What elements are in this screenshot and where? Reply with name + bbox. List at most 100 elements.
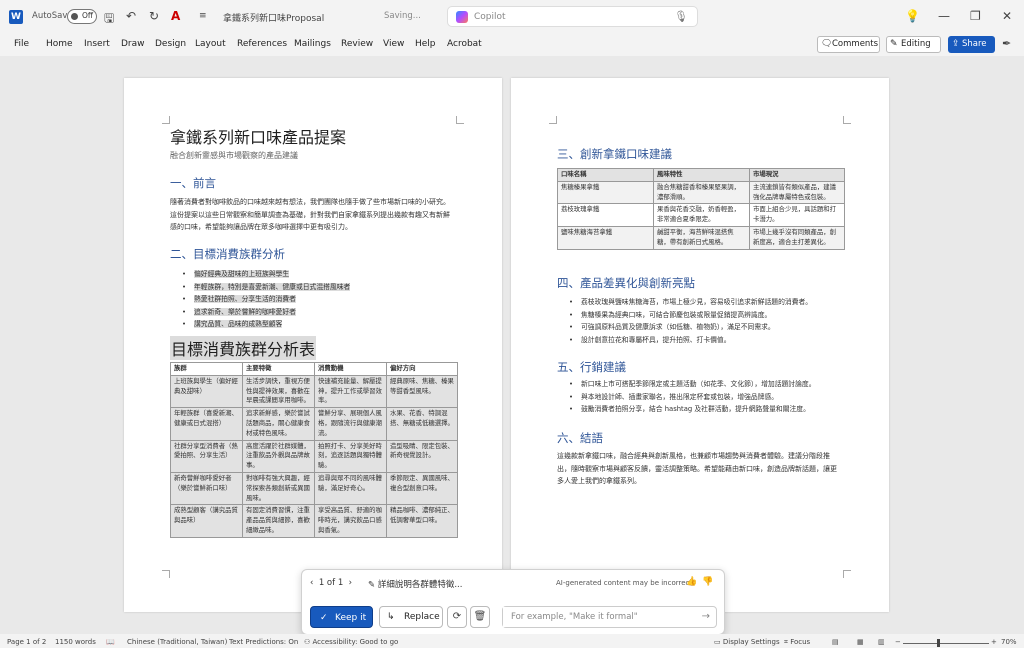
save-icon[interactable]: 🖫 xyxy=(104,9,114,30)
segment-table-heading[interactable]: 目標消費族群分析表 xyxy=(170,336,317,360)
autosave-toggle[interactable]: Off xyxy=(67,9,97,24)
table-cell[interactable]: 對咖啡有強大興趣，經常探索各類創新或異國風味。 xyxy=(242,471,315,506)
list-item[interactable]: 與本地設計師、插畫家聯名，推出限定杯套或包裝，增強品牌感。 xyxy=(569,391,849,404)
tab-file[interactable]: File xyxy=(14,39,29,49)
keep-it-button[interactable]: ✓ Keep it xyxy=(310,606,373,628)
intro-paragraph[interactable]: 隨著消費者對咖啡飲品的口味越來越有想法，我們團隊也隨手做了些市場新口味的小研究。… xyxy=(170,196,456,234)
segment-bullet-list[interactable]: 偏好經典及甜味的上班族與學生 年輕族群，特別是喜愛新潮、健康或日式混搭風味者 熱… xyxy=(182,268,442,331)
list-item[interactable]: 鼓勵消費者拍照分享，結合 hashtag 及社群活動，提升網路聲量和關注度。 xyxy=(569,403,849,416)
list-item[interactable]: 焦糖榛果為經典口味，可結合節慶包裝或限量促銷提高辨識度。 xyxy=(569,309,849,322)
zoom-in-icon[interactable]: + xyxy=(991,638,997,646)
heading-segments[interactable]: 二、目標消費族群分析 xyxy=(170,246,285,262)
tab-help[interactable]: Help xyxy=(415,39,436,49)
heading-flavors[interactable]: 三、創新拿鐵口味建議 xyxy=(557,146,672,162)
table-cell[interactable]: 新奇嘗鮮咖啡愛好者（樂於嘗鮮新口味） xyxy=(170,471,243,506)
table-cell[interactable]: 水果、花香、特調混搭、無糖或低糖選擇。 xyxy=(386,407,458,441)
zoom-out-icon[interactable]: − xyxy=(895,638,901,646)
table-cell[interactable]: 上班族與學生（偏好經典及甜味） xyxy=(170,374,243,409)
page-2[interactable]: 三、創新拿鐵口味建議 口味名稱 風味特性 市場現況 焦糖榛果拿鐵 融合焦糖甜香和… xyxy=(511,78,889,612)
list-item[interactable]: 設計創意拉花和專屬杯具，提升拍照、打卡價值。 xyxy=(569,334,849,347)
editing-mode-button[interactable]: ✎Editing ⌄ xyxy=(886,36,941,64)
tab-home[interactable]: Home xyxy=(46,39,73,49)
language-indicator[interactable]: Chinese (Traditional, Taiwan) xyxy=(127,638,227,646)
table-cell[interactable]: 季節限定、異國風味、複合型創意口味。 xyxy=(386,471,458,506)
table-cell[interactable]: 精品咖啡、濃郁純正、低調奢華型口味。 xyxy=(386,504,458,538)
table-cell[interactable]: 鹽味焦糖海苔拿鐵 xyxy=(557,225,654,250)
segment-table[interactable]: 族群 主要特徵 消費動機 偏好方向 上班族與學生（偏好經典及甜味） 生活步調快，… xyxy=(170,362,458,538)
table-cell[interactable]: 生活步調快，重視方便性與提神效果，喜歡在早晨或課間享用咖啡。 xyxy=(242,374,315,409)
table-cell[interactable]: 有固定消費習慣，注重產品品質與細節，喜歡細緻品味。 xyxy=(242,504,315,538)
zoom-slider-track[interactable] xyxy=(903,643,989,644)
undo-icon[interactable]: ↶ xyxy=(126,9,136,23)
table-cell[interactable]: 社群分享型消費者（熱愛拍照、分享生活） xyxy=(170,439,243,473)
result-navigator[interactable]: ‹ 1 of 1 › xyxy=(310,578,352,588)
focus-mode[interactable]: ⌗ Focus xyxy=(784,638,810,647)
table-cell[interactable]: 經典原味、焦糖、榛果等甜香型風味。 xyxy=(386,374,458,409)
list-item[interactable]: 講究品質、品味的成熟型顧客 xyxy=(182,318,442,331)
regenerate-button[interactable]: ⟳ xyxy=(447,606,467,628)
discard-button[interactable]: 🗑 xyxy=(470,606,490,628)
tab-mailings[interactable]: Mailings xyxy=(294,39,331,49)
heading-marketing[interactable]: 五、行銷建議 xyxy=(557,359,626,375)
table-header-cell[interactable]: 口味名稱 xyxy=(557,168,654,182)
table-cell[interactable]: 成熟型顧客（講究品質與品味） xyxy=(170,504,243,538)
list-item[interactable]: 追求新奇、樂於嘗鮮的咖啡愛好者 xyxy=(182,306,442,319)
share-button[interactable]: ⇪Share ⌄ xyxy=(948,36,995,66)
table-cell[interactable]: 融合焦糖甜香和榛果堅果調，濃郁滑順。 xyxy=(653,180,750,205)
pen-icon[interactable]: ✒ xyxy=(1002,37,1011,50)
table-header-cell[interactable]: 偏好方向 xyxy=(386,362,458,376)
heading-differentiation[interactable]: 四、產品差異化與創新亮點 xyxy=(557,275,695,291)
table-cell[interactable]: 快速補充能量、解壓提神，提升工作或學習效率。 xyxy=(314,374,387,409)
table-cell[interactable]: 追求新鮮感，樂於嘗試話題商品，關心健康食材或特色風味。 xyxy=(242,407,315,441)
table-cell[interactable]: 高度活躍於社群媒體，注重飲品外觀與品牌故事。 xyxy=(242,439,315,473)
list-item[interactable]: 偏好經典及甜味的上班族與學生 xyxy=(182,268,442,281)
restore-button[interactable]: ❐ xyxy=(970,9,981,23)
accessibility-status[interactable]: ⚇ Accessibility: Good to go xyxy=(304,638,398,646)
page-1[interactable]: 拿鐵系列新口味產品提案 融合創新靈感與市場觀察的產品建議 一、前言 隨著消費者對… xyxy=(124,78,502,612)
conclusion-paragraph[interactable]: 這幾款新拿鐵口味，融合經典與創新風格，也兼顧市場趨勢與消費者體驗。建議分階段推出… xyxy=(557,450,843,488)
refine-prompt-input[interactable] xyxy=(503,607,688,627)
table-cell[interactable]: 焦糖榛果拿鐵 xyxy=(557,180,654,205)
tab-references[interactable]: References xyxy=(237,39,287,49)
table-cell[interactable]: 年輕族群（喜愛新潮、健康或日式混搭） xyxy=(170,407,243,441)
zoom-slider-handle[interactable] xyxy=(937,639,940,647)
tab-acrobat[interactable]: Acrobat xyxy=(447,39,482,49)
minimize-button[interactable]: — xyxy=(938,9,950,23)
tab-draw[interactable]: Draw xyxy=(121,39,145,49)
print-layout-icon[interactable]: ▦ xyxy=(857,638,864,646)
list-item[interactable]: 荔枝玫瑰與鹽味焦糖海苔，市場上極少見，容易吸引追求新鮮話題的消費者。 xyxy=(569,296,849,309)
table-cell[interactable]: 果香與花香交融，奶香輕盈，非常適合夏季限定。 xyxy=(653,203,750,227)
close-button[interactable]: ✕ xyxy=(1002,9,1012,23)
read-mode-icon[interactable]: ▤ xyxy=(832,638,839,646)
table-cell[interactable]: 拍照打卡、分享美好時刻，追逐話題與獨特體驗。 xyxy=(314,439,387,473)
document-title-heading[interactable]: 拿鐵系列新口味產品提案 xyxy=(170,124,346,148)
redo-icon[interactable]: ↻ xyxy=(149,9,159,23)
marketing-bullet-list[interactable]: 新口味上市可搭配季節限定或主題活動（如花季、文化節），增加話題討論度。 與本地設… xyxy=(569,378,849,416)
table-cell[interactable]: 造型吸睛、限定包裝、新奇視覺設計。 xyxy=(386,439,458,473)
send-arrow-icon[interactable]: → xyxy=(702,611,710,622)
tab-view[interactable]: View xyxy=(383,39,404,49)
tab-layout[interactable]: Layout xyxy=(195,39,226,49)
table-header-cell[interactable]: 市場現況 xyxy=(749,168,845,182)
comments-button[interactable]: 🗨 Comments xyxy=(817,36,880,53)
document-title[interactable]: 拿鐵系列新口味Proposal xyxy=(223,11,324,24)
customize-qat-icon[interactable]: ≡ xyxy=(199,11,207,21)
table-cell[interactable]: 追尋與眾不同的風味體驗，滿足好奇心。 xyxy=(314,471,387,506)
replace-button[interactable]: ↳ Replace xyxy=(379,606,443,628)
differentiation-bullet-list[interactable]: 荔枝玫瑰與鹽味焦糖海苔，市場上極少見，容易吸引追求新鮮話題的消費者。 焦糖榛果為… xyxy=(569,296,849,346)
thumbs-down-icon[interactable]: 👎 xyxy=(702,577,713,587)
list-item[interactable]: 新口味上市可搭配季節限定或主題活動（如花季、文化節），增加話題討論度。 xyxy=(569,378,849,391)
table-header-cell[interactable]: 消費動機 xyxy=(314,362,387,376)
zoom-level[interactable]: 70% xyxy=(1001,638,1017,646)
proofing-icon[interactable]: 📖 xyxy=(106,638,115,646)
prompt-summary[interactable]: ✎ 詳細說明各群體特徵... xyxy=(368,578,462,590)
list-item[interactable]: 可強調原料品質及健康訴求（如低糖、植物奶），滿足不同需求。 xyxy=(569,321,849,334)
document-canvas[interactable]: 拿鐵系列新口味產品提案 融合創新靈感與市場觀察的產品建議 一、前言 隨著消費者對… xyxy=(0,56,1024,634)
heading-intro[interactable]: 一、前言 xyxy=(170,175,216,191)
table-header-cell[interactable]: 風味特性 xyxy=(653,168,750,182)
heading-conclusion[interactable]: 六、結語 xyxy=(557,430,603,446)
word-count[interactable]: 1150 words xyxy=(55,638,96,646)
thumbs-up-icon[interactable]: 👍 xyxy=(686,577,697,587)
table-cell[interactable]: 享受高品質、舒適的咖啡時光，講究飲品口感與香氣。 xyxy=(314,504,387,538)
document-subtitle[interactable]: 融合創新靈感與市場觀察的產品建議 xyxy=(170,150,298,161)
